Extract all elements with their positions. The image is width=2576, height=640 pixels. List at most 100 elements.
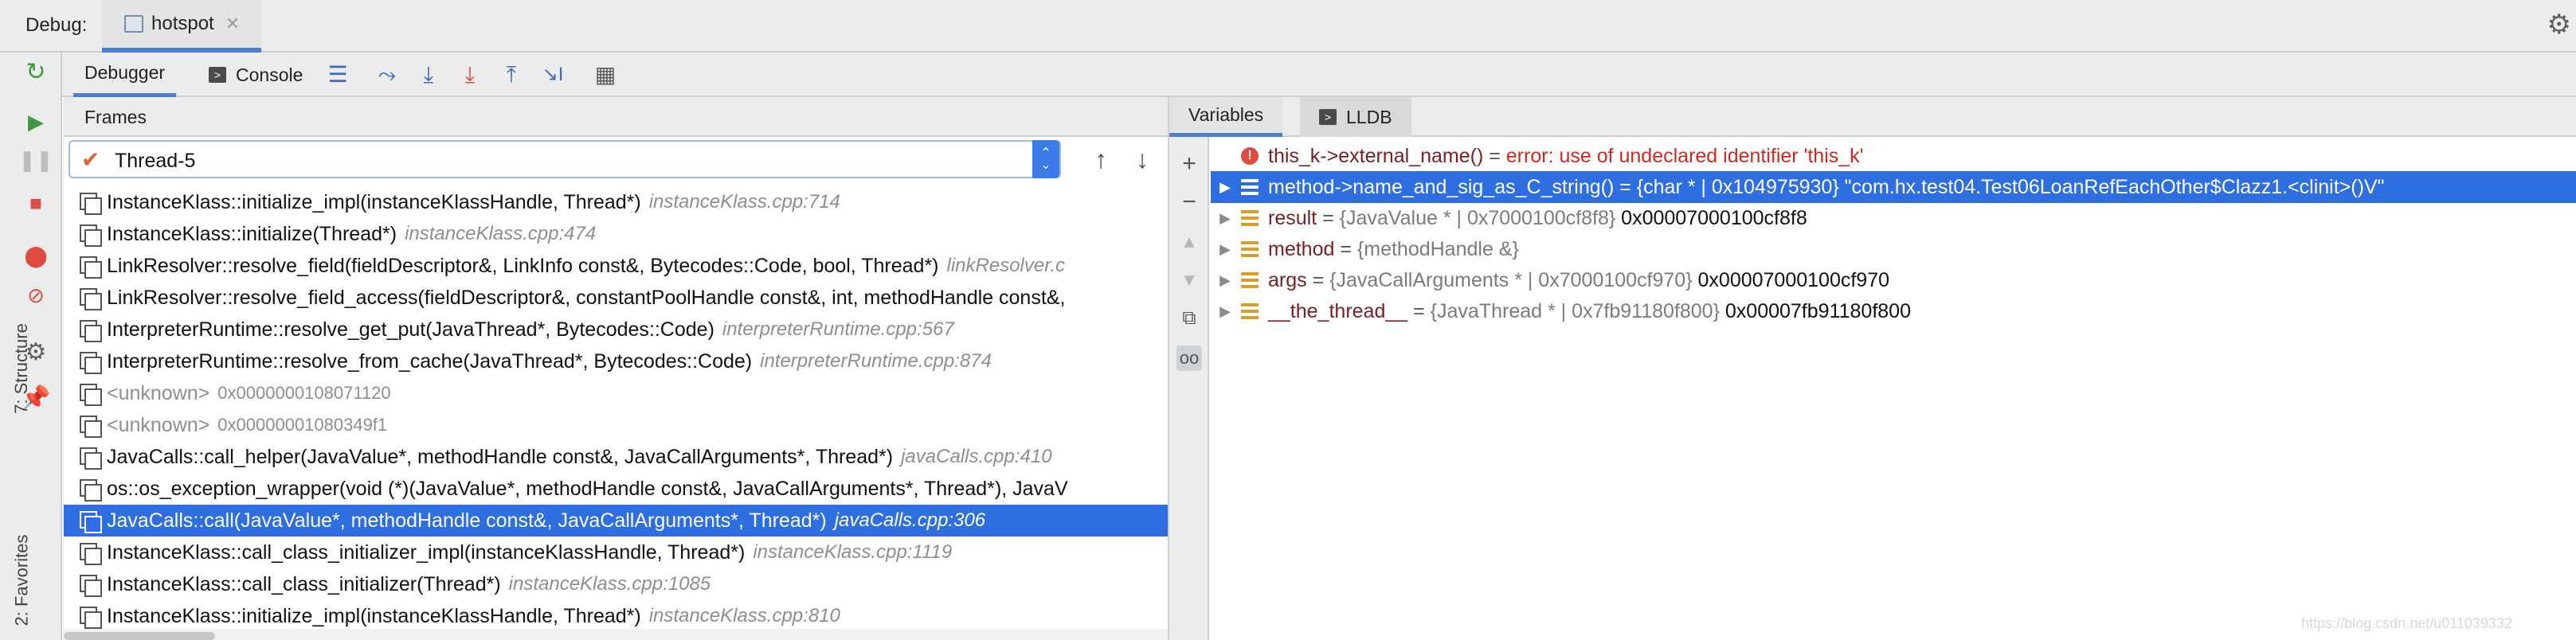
favorites-side-tab[interactable]: 2: Favorites — [11, 535, 32, 626]
variable-value: 0x00007fb91180f800 — [1719, 299, 1911, 322]
frame-location: interpreterRuntime.cpp:567 — [722, 318, 954, 340]
frame-location: linkResolver.c — [946, 255, 1066, 276]
error-icon: ! — [1241, 147, 1259, 165]
move-down-icon[interactable]: ▼ — [1176, 267, 1202, 293]
variable-field-icon — [1241, 272, 1259, 288]
frame-function: InstanceKlass::initialize_impl(instanceK… — [107, 604, 641, 627]
resume-program-icon[interactable]: ▶ — [24, 110, 48, 134]
next-frame-arrow-icon[interactable]: ↓ — [1126, 142, 1158, 177]
rerun-icon[interactable]: ↻ — [24, 60, 48, 84]
frames-panel: Frames ✔ Thread-5 ⌃ ⌄ ↑ ↓ InstanceKlass::… — [64, 97, 1168, 640]
expand-arrow-icon[interactable]: ▶ — [1216, 272, 1235, 289]
frame-function: os::os_exception_wrapper(void (*)(JavaVa… — [107, 477, 1068, 500]
frame-row[interactable]: <unknown> 0x0000000108071120 — [64, 377, 1168, 409]
stack-frame-icon — [80, 447, 102, 470]
stack-frame-icon — [80, 479, 102, 501]
evaluate-expression-icon[interactable]: ▦ — [593, 62, 618, 88]
frame-row[interactable]: LinkResolver::resolve_field(fieldDescrip… — [64, 250, 1168, 282]
variable-name: method->name_and_sig_as_C_string() — [1268, 175, 1615, 198]
variable-row[interactable]: ▶ method->name_and_sig_as_C_string() = {c… — [1211, 171, 2576, 203]
variable-value: 0x00007000100cf8f8 — [1615, 206, 1807, 229]
run-config-tab[interactable]: hotspot ✕ — [102, 0, 261, 53]
thread-name: Thread-5 — [115, 150, 196, 172]
tab-debugger-label: Debugger — [84, 62, 166, 83]
thread-check-icon: ✔ — [81, 147, 100, 172]
variables-header: Variables > LLDB — [1169, 97, 2576, 137]
expand-arrow-icon[interactable]: ▶ — [1216, 179, 1235, 196]
copy-icon[interactable]: ⧉ — [1176, 306, 1202, 331]
variable-type: {char * | 0x104975930} — [1636, 175, 1839, 198]
show-execution-point-icon[interactable]: ⤳ — [374, 62, 400, 88]
step-over-icon[interactable]: ⤓ — [416, 62, 441, 88]
frame-row[interactable]: JavaCalls::call(JavaValue*, methodHandle… — [64, 505, 1168, 537]
layout-menu-icon[interactable]: ☰ — [325, 62, 350, 88]
settings-gear-icon[interactable]: ⚙ — [2547, 11, 2571, 38]
variable-name: method — [1268, 237, 1335, 260]
frame-function: InstanceKlass::initialize_impl(instanceK… — [107, 190, 641, 213]
lldb-console-icon: > — [1319, 109, 1337, 125]
run-config-icon — [124, 15, 143, 33]
frame-row[interactable]: InterpreterRuntime::resolve_from_cache(J… — [64, 345, 1168, 377]
variable-name: __the_thread__ — [1268, 299, 1408, 322]
stop-icon[interactable]: ■ — [24, 191, 48, 215]
tab-lldb[interactable]: > LLDB — [1300, 97, 1411, 137]
variable-row[interactable]: ▶ result = {JavaValue * | 0x7000100cf8f8}… — [1211, 202, 2576, 234]
variable-row[interactable]: ▶ args = {JavaCallArguments * | 0x7000100… — [1211, 264, 2576, 296]
expand-arrow-icon[interactable]: ▶ — [1216, 303, 1235, 320]
stack-frame-icon — [80, 193, 102, 215]
tab-debugger[interactable]: Debugger — [73, 53, 177, 97]
variable-value: "com.hx.test04.Test06LoanRefEachOther$Cl… — [1838, 175, 2385, 198]
variable-row[interactable]: ▶ __the_thread__ = {JavaThread * | 0x7fb9… — [1211, 295, 2576, 327]
frame-function: JavaCalls::call_helper(JavaValue*, metho… — [107, 445, 894, 468]
frame-function: LinkResolver::resolve_field(fieldDescrip… — [107, 254, 939, 277]
frame-row[interactable]: LinkResolver::resolve_field_access(field… — [64, 282, 1168, 314]
horizontal-scrollbar[interactable] — [64, 632, 215, 640]
chevron-updown-icon[interactable]: ⌃ ⌄ — [1032, 140, 1059, 178]
frame-function: <unknown> — [107, 381, 210, 404]
stack-frame-icon — [80, 256, 102, 279]
force-step-into-icon[interactable]: ⤓ — [457, 62, 483, 88]
equals-sign: = — [1306, 268, 1330, 291]
frame-row[interactable]: InstanceKlass::call_class_initializer_im… — [64, 537, 1168, 568]
watch-error-row[interactable]: ! this_k->external_name() = error: use of… — [1211, 140, 2576, 172]
equals-sign: = — [1334, 237, 1357, 260]
move-up-icon[interactable]: ▲ — [1176, 229, 1202, 255]
expand-arrow-icon[interactable]: ▶ — [1216, 241, 1235, 258]
frame-row[interactable]: JavaCalls::call_helper(JavaValue*, metho… — [64, 441, 1168, 473]
frame-row[interactable]: InstanceKlass::initialize_impl(instanceK… — [64, 600, 1168, 629]
tab-variables[interactable]: Variables — [1169, 97, 1283, 137]
remove-watch-icon[interactable]: − — [1176, 189, 1202, 215]
previous-frame-arrow-icon[interactable]: ↑ — [1085, 142, 1117, 177]
frame-row[interactable]: InstanceKlass::call_class_initializer(Th… — [64, 568, 1168, 600]
mute-breakpoints-icon[interactable]: ⊘ — [24, 283, 48, 307]
close-tab-icon[interactable]: ✕ — [225, 14, 240, 34]
frame-function: <unknown> — [107, 413, 210, 436]
variable-name: result — [1268, 206, 1317, 229]
tab-console-label: Console — [236, 64, 303, 85]
frame-row[interactable]: os::os_exception_wrapper(void (*)(JavaVa… — [64, 473, 1168, 505]
run-to-cursor-icon[interactable]: ↘I — [540, 62, 566, 88]
thread-selector[interactable]: ✔ Thread-5 ⌃ ⌄ — [69, 140, 1061, 178]
stack-frame-icon — [80, 511, 102, 533]
frame-function: InterpreterRuntime::resolve_from_cache(J… — [107, 349, 753, 373]
frame-row[interactable]: InstanceKlass::initialize_impl(instanceK… — [64, 186, 1168, 218]
frame-row[interactable]: InstanceKlass::initialize(Thread*) instan… — [64, 218, 1168, 250]
frame-location: instanceKlass.cpp:1119 — [753, 541, 953, 563]
show-watches-glasses-icon[interactable]: oo — [1176, 345, 1202, 371]
frame-row[interactable]: InterpreterRuntime::resolve_get_put(Java… — [64, 314, 1168, 345]
view-breakpoints-icon[interactable]: ⬤ — [24, 244, 48, 267]
tab-console[interactable]: > Console — [198, 53, 314, 97]
variable-type: {JavaCallArguments * | 0x7000100cf970} — [1329, 268, 1693, 291]
variable-type: {methodHandle &} — [1357, 237, 1519, 260]
variable-value: error: use of undeclared identifier 'thi… — [1505, 144, 1864, 167]
stack-frame-icon — [80, 543, 102, 565]
frame-row[interactable]: <unknown> 0x00000001080349f1 — [64, 409, 1168, 441]
add-watch-icon[interactable]: + — [1176, 151, 1202, 177]
variables-toolbar: + − ▲ ▼ ⧉ oo — [1169, 137, 1209, 640]
variable-row[interactable]: ▶ method = {methodHandle &} — [1211, 233, 2576, 265]
expand-arrow-icon[interactable]: ▶ — [1216, 210, 1235, 227]
structure-side-tab[interactable]: 7: Structure — [11, 323, 32, 414]
step-out-icon[interactable]: ⤒ — [499, 62, 524, 88]
frame-function: JavaCalls::call(JavaValue*, methodHandle… — [107, 509, 827, 532]
pause-program-icon[interactable]: ❚❚ — [18, 148, 53, 172]
